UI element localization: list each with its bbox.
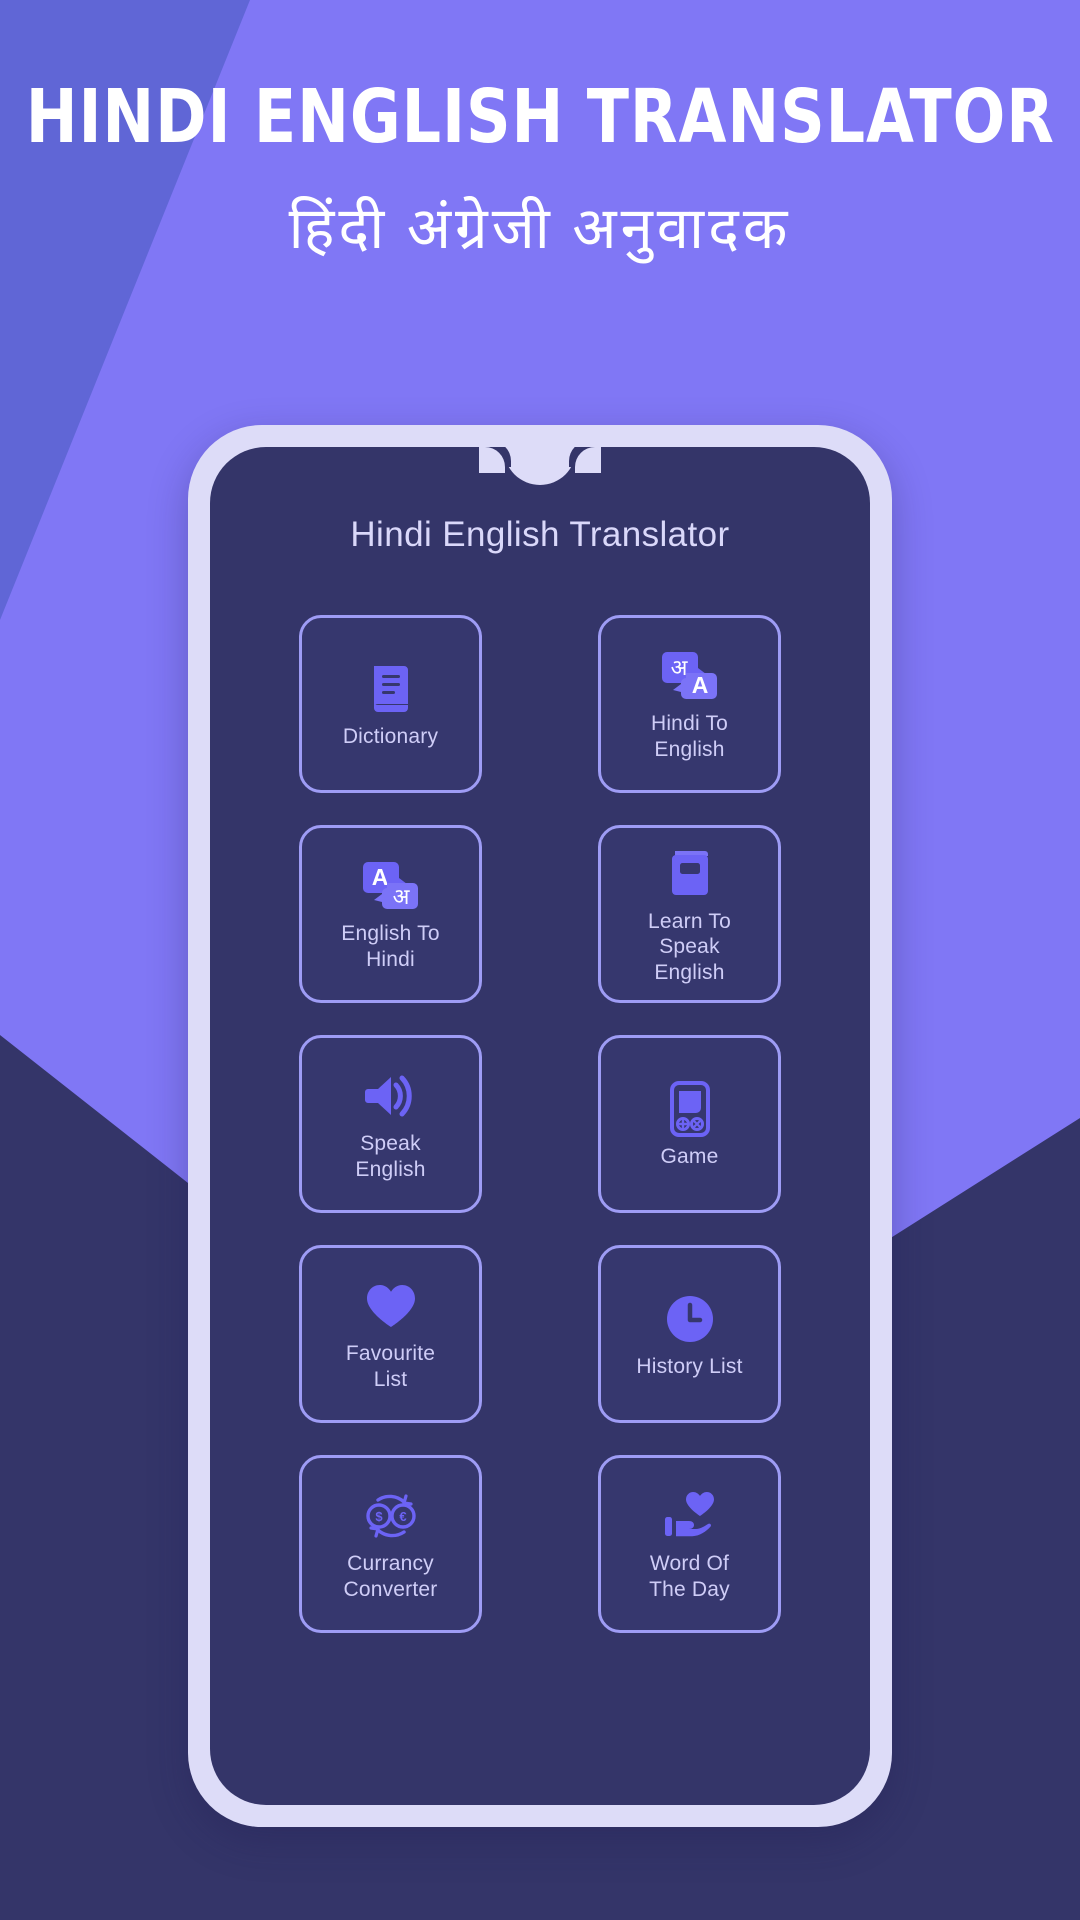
tile-label: Speak English bbox=[355, 1132, 426, 1181]
tile-word-of-the-day[interactable]: Word Of The Day bbox=[598, 1455, 781, 1633]
tile-label: History List bbox=[636, 1355, 743, 1379]
tile-label: English To Hindi bbox=[341, 922, 440, 971]
svg-text:$: $ bbox=[375, 1509, 383, 1524]
app-title: Hindi English Translator bbox=[350, 515, 730, 554]
tile-label: Game bbox=[660, 1145, 719, 1169]
phone-mockup: Hindi English Translator Dictionary अ A … bbox=[188, 425, 892, 1827]
tile-dictionary[interactable]: Dictionary bbox=[299, 615, 482, 793]
book-icon bbox=[369, 658, 413, 720]
tile-label: Learn To Speak English bbox=[648, 909, 731, 984]
translate-hindi-to-english-icon: अ A bbox=[660, 645, 720, 707]
closed-book-icon bbox=[667, 843, 713, 905]
currency-exchange-icon: $ € bbox=[362, 1485, 420, 1547]
clock-icon bbox=[665, 1288, 715, 1350]
translate-english-to-hindi-icon: A अ bbox=[361, 855, 421, 917]
tile-history-list[interactable]: History List bbox=[598, 1245, 781, 1423]
tile-hindi-to-english[interactable]: अ A Hindi To English bbox=[598, 615, 781, 793]
promo-subtitle-hindi: हिंदी अंग्रेजी अनुवादक bbox=[288, 196, 792, 261]
tile-speak-english[interactable]: Speak English bbox=[299, 1035, 482, 1213]
promo-title: HINDI ENGLISH TRANSLATOR bbox=[25, 74, 1055, 160]
tile-currency-converter[interactable]: $ € Currancy Converter bbox=[299, 1455, 482, 1633]
handheld-console-icon bbox=[669, 1078, 711, 1140]
hand-heart-icon bbox=[662, 1485, 718, 1547]
tile-label: Hindi To English bbox=[650, 712, 729, 761]
svg-text:A: A bbox=[691, 672, 708, 698]
phone-screen: Hindi English Translator Dictionary अ A … bbox=[210, 447, 870, 1805]
waterdrop-notch bbox=[479, 447, 601, 485]
tile-label: Word Of The Day bbox=[649, 1552, 730, 1601]
svg-text:अ: अ bbox=[670, 655, 688, 680]
tile-english-to-hindi[interactable]: A अ English To Hindi bbox=[299, 825, 482, 1003]
svg-text:€: € bbox=[399, 1509, 406, 1524]
heart-icon bbox=[365, 1275, 417, 1337]
tile-game[interactable]: Game bbox=[598, 1035, 781, 1213]
tile-learn-to-speak-english[interactable]: Learn To Speak English bbox=[598, 825, 781, 1003]
tile-label: Currancy Converter bbox=[343, 1552, 438, 1601]
svg-text:अ: अ bbox=[392, 884, 410, 909]
svg-text:A: A bbox=[371, 864, 388, 890]
tile-favourite-list[interactable]: Favourite List bbox=[299, 1245, 482, 1423]
feature-tile-grid: Dictionary अ A Hindi To English A अ Engl… bbox=[299, 615, 781, 1633]
tile-label: Dictionary bbox=[342, 725, 439, 749]
tile-label: Favourite List bbox=[345, 1342, 436, 1391]
promo-header: HINDI ENGLISH TRANSLATOR हिंदी अंग्रेजी … bbox=[0, 0, 1080, 330]
speaker-icon bbox=[364, 1065, 418, 1127]
